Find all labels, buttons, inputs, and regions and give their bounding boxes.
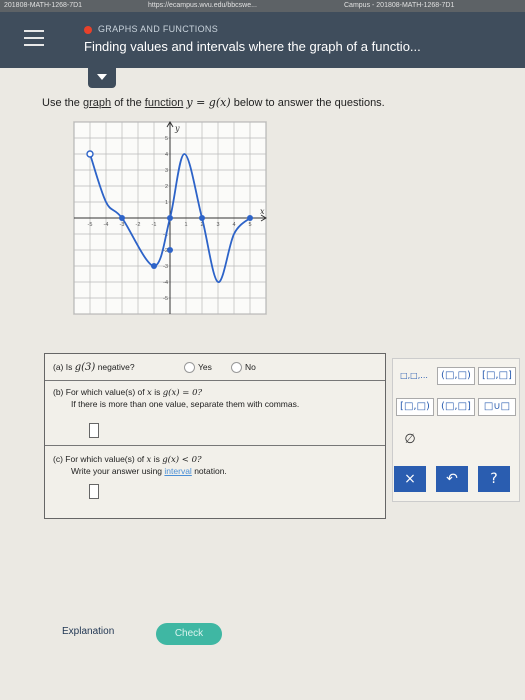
- closed-closed-interval-button[interactable]: [□,□]: [478, 367, 516, 385]
- part-a-expr: g(3): [74, 362, 96, 373]
- function-graph: xy-5 -4 -3 -2 -1 1 2 3 4 554321-1-2-3-4-5: [73, 121, 267, 315]
- part-c-label: (c) For which value(s) of: [53, 454, 145, 464]
- y-tick-label: 3: [165, 168, 168, 174]
- check-button[interactable]: Check: [156, 623, 222, 645]
- graph-point: [247, 215, 253, 221]
- y-tick-label: -5: [163, 296, 168, 302]
- no-radio[interactable]: [231, 362, 242, 373]
- part-c-note-post: notation.: [194, 466, 227, 476]
- x-axis-label: x: [260, 207, 265, 216]
- open-open-interval-button[interactable]: (□,□): [437, 367, 475, 385]
- part-b-label: (b) For which value(s) of: [53, 387, 145, 397]
- part-a-label: (a) Is: [53, 362, 73, 372]
- x-tick-label: -4: [104, 222, 109, 228]
- part-b-answer-input[interactable]: [89, 423, 99, 438]
- part-a-tail: negative?: [97, 362, 135, 372]
- y-axis-label: y: [174, 124, 180, 133]
- interval-link[interactable]: interval: [164, 466, 191, 476]
- open-endpoint: [86, 150, 94, 158]
- yes-radio[interactable]: [184, 362, 195, 373]
- x-tick-label: 1: [184, 222, 187, 228]
- x-tick-label: 3: [216, 222, 219, 228]
- x-tick-label: -3: [120, 222, 125, 228]
- part-b-question: (b) For which value(s) of x is g(x) = 0?: [53, 387, 202, 398]
- graph-point: [167, 247, 173, 253]
- explanation-button[interactable]: Explanation: [62, 626, 114, 637]
- part-c-question: (c) For which value(s) of x is g(x) < 0?: [53, 454, 202, 465]
- closed-open-interval-button[interactable]: [□,□): [396, 398, 434, 416]
- x-tick-label: 4: [232, 222, 235, 228]
- question-parts-box: (a) Is g(3) negative? Yes No (b) For whi…: [44, 353, 386, 519]
- open-closed-interval-button[interactable]: (□,□]: [437, 398, 475, 416]
- y-tick-label: 2: [165, 184, 168, 190]
- part-c-answer-input[interactable]: [89, 484, 99, 499]
- part-b-expr: g(x) = 0?: [162, 388, 203, 398]
- empty-set-button[interactable]: ∅: [398, 432, 422, 448]
- part-b-note: If there is more than one value, separat…: [71, 399, 300, 409]
- part-b-var: x: [147, 388, 152, 398]
- no-label: No: [245, 362, 256, 372]
- part-c-var: x: [146, 455, 152, 465]
- y-tick-label: 5: [165, 136, 168, 142]
- part-a-question: (a) Is g(3) negative?: [53, 362, 135, 373]
- clear-button[interactable]: ×: [394, 466, 426, 492]
- y-tick-label: -4: [163, 280, 168, 286]
- graph-point: [119, 215, 125, 221]
- y-tick-label: 4: [165, 152, 168, 158]
- part-c-is: is: [153, 454, 160, 464]
- y-tick-label: -3: [163, 264, 168, 270]
- part-c-row: (c) For which value(s) of x is g(x) < 0?…: [45, 446, 385, 518]
- graph-point: [167, 215, 173, 221]
- help-button[interactable]: ?: [478, 466, 510, 492]
- part-b-is: is: [154, 387, 161, 397]
- part-c-expr: g(x) < 0?: [162, 455, 202, 465]
- x-tick-label: -2: [136, 222, 141, 228]
- part-c-note-pre: Write your answer using: [71, 466, 163, 476]
- list-tool-button[interactable]: □,□,...: [396, 368, 432, 384]
- part-a-row: (a) Is g(3) negative? Yes No: [45, 354, 385, 381]
- graph-point: [199, 215, 205, 221]
- undo-button[interactable]: ↶: [436, 466, 468, 492]
- x-tick-label: -1: [152, 222, 157, 228]
- graph-point: [151, 263, 157, 269]
- part-b-row: (b) For which value(s) of x is g(x) = 0?…: [45, 381, 385, 446]
- yes-label: Yes: [198, 362, 212, 372]
- x-tick-label: -5: [88, 222, 93, 228]
- part-c-note: Write your answer using interval notatio…: [71, 466, 227, 476]
- y-tick-label: 1: [165, 200, 168, 206]
- x-tick-label: 5: [248, 222, 251, 228]
- union-button[interactable]: □∪□: [478, 398, 516, 416]
